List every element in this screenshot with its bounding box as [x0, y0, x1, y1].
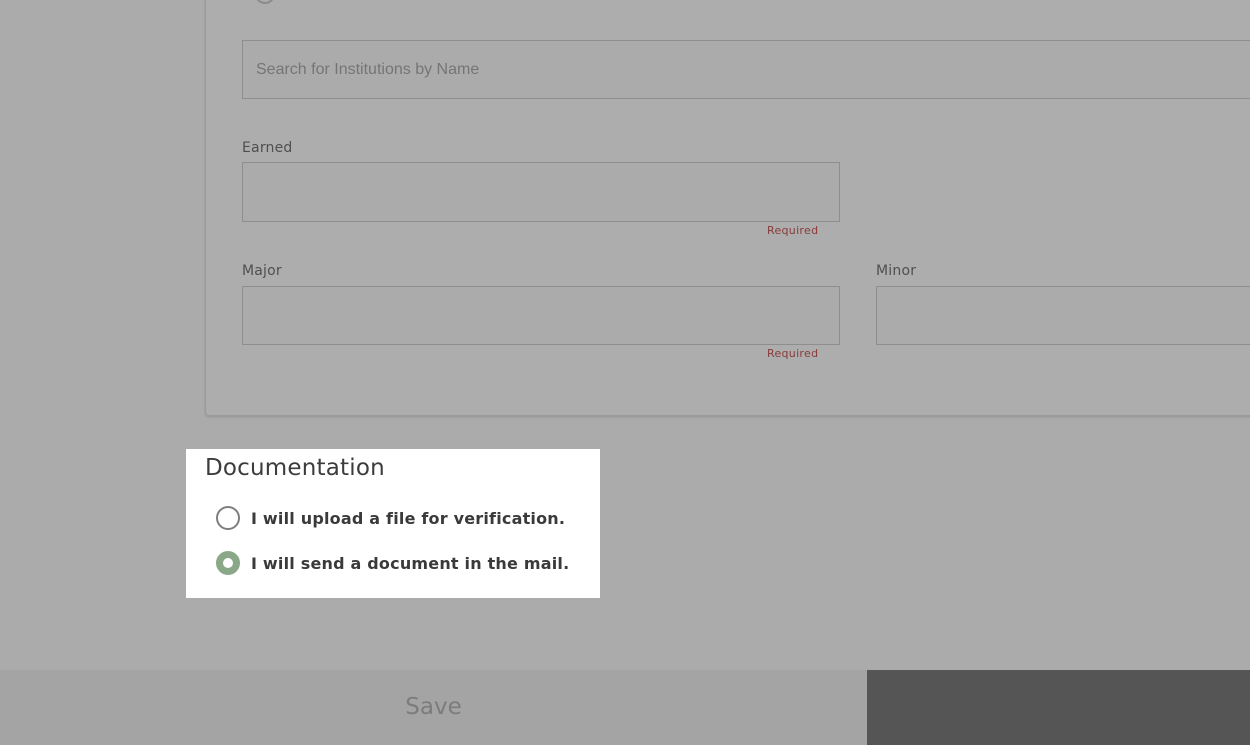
earned-required-hint: Required: [767, 224, 819, 237]
mail-document-label: I will send a document in the mail.: [251, 553, 570, 573]
documentation-panel: Documentation I will upload a file for v…: [186, 449, 600, 598]
documentation-title: Documentation: [205, 455, 385, 481]
upload-file-label: I will upload a file for verification.: [251, 508, 566, 528]
major-required-hint: Required: [767, 347, 819, 360]
upload-file-option[interactable]: I will upload a file for verification.: [216, 505, 565, 531]
mail-document-radio[interactable]: [216, 551, 240, 575]
save-button[interactable]: Save: [0, 670, 867, 745]
secondary-action-button[interactable]: [867, 670, 1250, 745]
institution-search-input[interactable]: [242, 40, 1250, 99]
upload-file-radio[interactable]: [216, 506, 240, 530]
major-label: Major: [242, 263, 282, 279]
earned-label: Earned: [242, 140, 293, 156]
major-input[interactable]: [242, 286, 840, 345]
minor-input[interactable]: [876, 286, 1250, 345]
earned-input[interactable]: [242, 162, 840, 222]
mail-document-option[interactable]: I will send a document in the mail.: [216, 550, 569, 576]
minor-label: Minor: [876, 263, 917, 279]
